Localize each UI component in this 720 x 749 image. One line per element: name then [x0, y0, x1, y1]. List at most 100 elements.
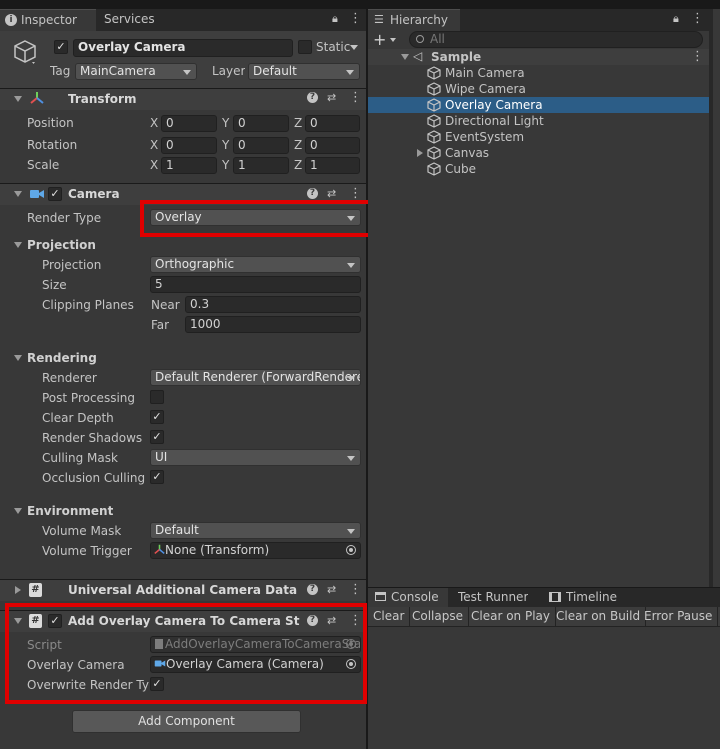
hierarchy-kebab-icon[interactable]: ⋮	[691, 11, 704, 26]
uacd-title: Universal Additional Camera Data (Script…	[68, 583, 300, 597]
hierarchy-lock-icon[interactable]: 🔒︎	[673, 12, 679, 26]
position-z-label: Z	[294, 116, 303, 130]
scale-z-field[interactable]: 1	[305, 157, 360, 174]
camera-help-icon[interactable]: ?	[307, 188, 318, 199]
render-type-highlight	[140, 200, 372, 237]
render-shadows-checkbox[interactable]: ✓	[150, 430, 164, 444]
tab-console[interactable]: Console	[368, 588, 448, 607]
tab-hierarchy-label: Hierarchy	[390, 13, 449, 27]
tab-timeline[interactable]: Timeline	[566, 590, 617, 604]
object-name-field[interactable]: Overlay Camera	[73, 39, 293, 57]
tag-dropdown[interactable]: MainCamera	[75, 63, 197, 80]
title-strip	[0, 0, 720, 9]
environment-section-title[interactable]: Environment	[27, 504, 113, 518]
create-dropdown-icon[interactable]	[390, 38, 396, 42]
projection-section-title[interactable]: Projection	[27, 238, 96, 252]
add-component-button[interactable]: Add Component	[72, 710, 301, 733]
uacd-help-icon[interactable]: ?	[307, 584, 318, 595]
add-component-label: Add Component	[138, 714, 235, 728]
help-icon[interactable]: ?	[307, 92, 318, 103]
camera-icon	[30, 190, 44, 198]
renderer-dropdown[interactable]: Default Renderer (ForwardRenderer)	[150, 369, 361, 386]
camera-preset-icon[interactable]: ⇄	[327, 187, 336, 200]
kebab-menu-icon[interactable]: ⋮	[349, 11, 362, 26]
transform-foldout-icon[interactable]	[14, 96, 22, 102]
volume-mask-dropdown[interactable]: Default	[150, 522, 361, 539]
console-toolbar-button-label: Collapse	[412, 609, 463, 623]
tab-services[interactable]: Services	[104, 12, 155, 26]
object-active-checkbox[interactable]: ✓	[54, 40, 68, 54]
post-processing-checkbox[interactable]	[150, 390, 164, 404]
scale-y-field[interactable]: 1	[233, 157, 289, 174]
uacd-foldout-icon[interactable]	[15, 586, 21, 594]
near-label: Near	[151, 298, 180, 312]
camera-title: Camera	[68, 187, 120, 201]
console-toolbar-button[interactable]: Error Pause	[639, 607, 719, 627]
hierarchy-search-input[interactable]: All	[409, 31, 703, 48]
uacd-preset-icon[interactable]: ⇄	[327, 583, 336, 596]
console-toolbar-button[interactable]: Clear	[368, 607, 411, 627]
tab-inspector[interactable]: i Inspector	[0, 9, 96, 31]
component-menu-icon[interactable]: ⋮	[349, 90, 362, 105]
clear-depth-checkbox[interactable]: ✓	[150, 410, 164, 424]
occlusion-culling-checkbox[interactable]: ✓	[150, 470, 164, 484]
object-picker-icon[interactable]	[346, 545, 356, 555]
preset-icon[interactable]: ⇄	[327, 91, 336, 104]
console-toolbar-button-label: Clear on Build	[556, 609, 641, 623]
rotation-y-field[interactable]: 0	[233, 137, 289, 154]
console-toolbar-button[interactable]: Clear on Play	[466, 607, 556, 627]
static-checkbox[interactable]	[298, 40, 312, 54]
hierarchy-item[interactable]: EventSystem	[368, 129, 709, 145]
tab-test-runner[interactable]: Test Runner	[458, 590, 528, 604]
hierarchy-item[interactable]: Cube	[368, 161, 709, 177]
tab-console-label: Console	[391, 590, 439, 604]
projection-foldout-icon[interactable]	[14, 242, 22, 248]
volume-trigger-value: None (Transform)	[165, 543, 270, 557]
scale-x-field[interactable]: 1	[161, 157, 217, 174]
hierarchy-item[interactable]: Main Camera	[368, 65, 709, 81]
scene-row[interactable]: ◁ Sample ⋮	[368, 49, 709, 65]
near-field[interactable]: 0.3	[185, 296, 361, 313]
camera-menu-icon[interactable]: ⋮	[349, 186, 362, 201]
static-label[interactable]: Static	[316, 40, 350, 54]
rotation-x-label: X	[150, 138, 159, 152]
tag-label: Tag	[50, 64, 71, 78]
create-plus-icon[interactable]: +	[373, 30, 386, 49]
hierarchy-item[interactable]: Overlay Camera	[368, 97, 709, 113]
uacd-menu-icon[interactable]: ⋮	[349, 582, 362, 597]
hierarchy-item-label: Canvas	[445, 146, 490, 160]
rotation-z-field[interactable]: 0	[305, 137, 360, 154]
gameobject-icon	[14, 40, 36, 64]
static-dropdown-arrow-icon[interactable]	[350, 45, 358, 50]
layer-dropdown[interactable]: Default	[248, 63, 360, 80]
far-field[interactable]: 1000	[185, 316, 361, 333]
console-toolbar-button[interactable]: Collapse	[407, 607, 469, 627]
scene-foldout-icon[interactable]	[401, 54, 409, 60]
expand-arrow-icon[interactable]	[417, 149, 423, 157]
environment-foldout-icon[interactable]	[14, 508, 22, 514]
lock-icon[interactable]: 🔒︎	[332, 12, 338, 26]
rendering-foldout-icon[interactable]	[14, 355, 22, 361]
hierarchy-item[interactable]: Directional Light	[368, 113, 709, 129]
culling-mask-dropdown[interactable]: UI	[150, 449, 361, 466]
projection-dropdown[interactable]: Orthographic	[150, 256, 361, 273]
right-panel-edge	[713, 9, 720, 587]
position-z-field[interactable]: 0	[305, 115, 360, 132]
console-toolbar-button[interactable]: Clear on Build	[551, 607, 647, 627]
scene-menu-icon[interactable]: ⋮	[691, 49, 704, 64]
scale-z-label: Z	[294, 158, 303, 172]
render-shadows-label: Render Shadows	[42, 431, 143, 445]
rotation-x-field[interactable]: 0	[161, 137, 217, 154]
hierarchy-item[interactable]: Canvas	[368, 145, 709, 161]
position-x-field[interactable]: 0	[161, 115, 217, 132]
camera-enabled-checkbox[interactable]: ✓	[48, 187, 62, 201]
camera-foldout-icon[interactable]	[14, 191, 22, 197]
culling-mask-label: Culling Mask	[42, 451, 118, 465]
script-hash-icon: #	[29, 583, 42, 597]
hierarchy-item[interactable]: Wipe Camera	[368, 81, 709, 97]
rendering-section-title[interactable]: Rendering	[27, 351, 97, 365]
position-y-field[interactable]: 0	[233, 115, 289, 132]
tab-hierarchy[interactable]: ☰ Hierarchy	[368, 9, 460, 31]
size-field[interactable]: 5	[150, 276, 361, 293]
volume-trigger-field[interactable]: None (Transform)	[150, 542, 361, 559]
